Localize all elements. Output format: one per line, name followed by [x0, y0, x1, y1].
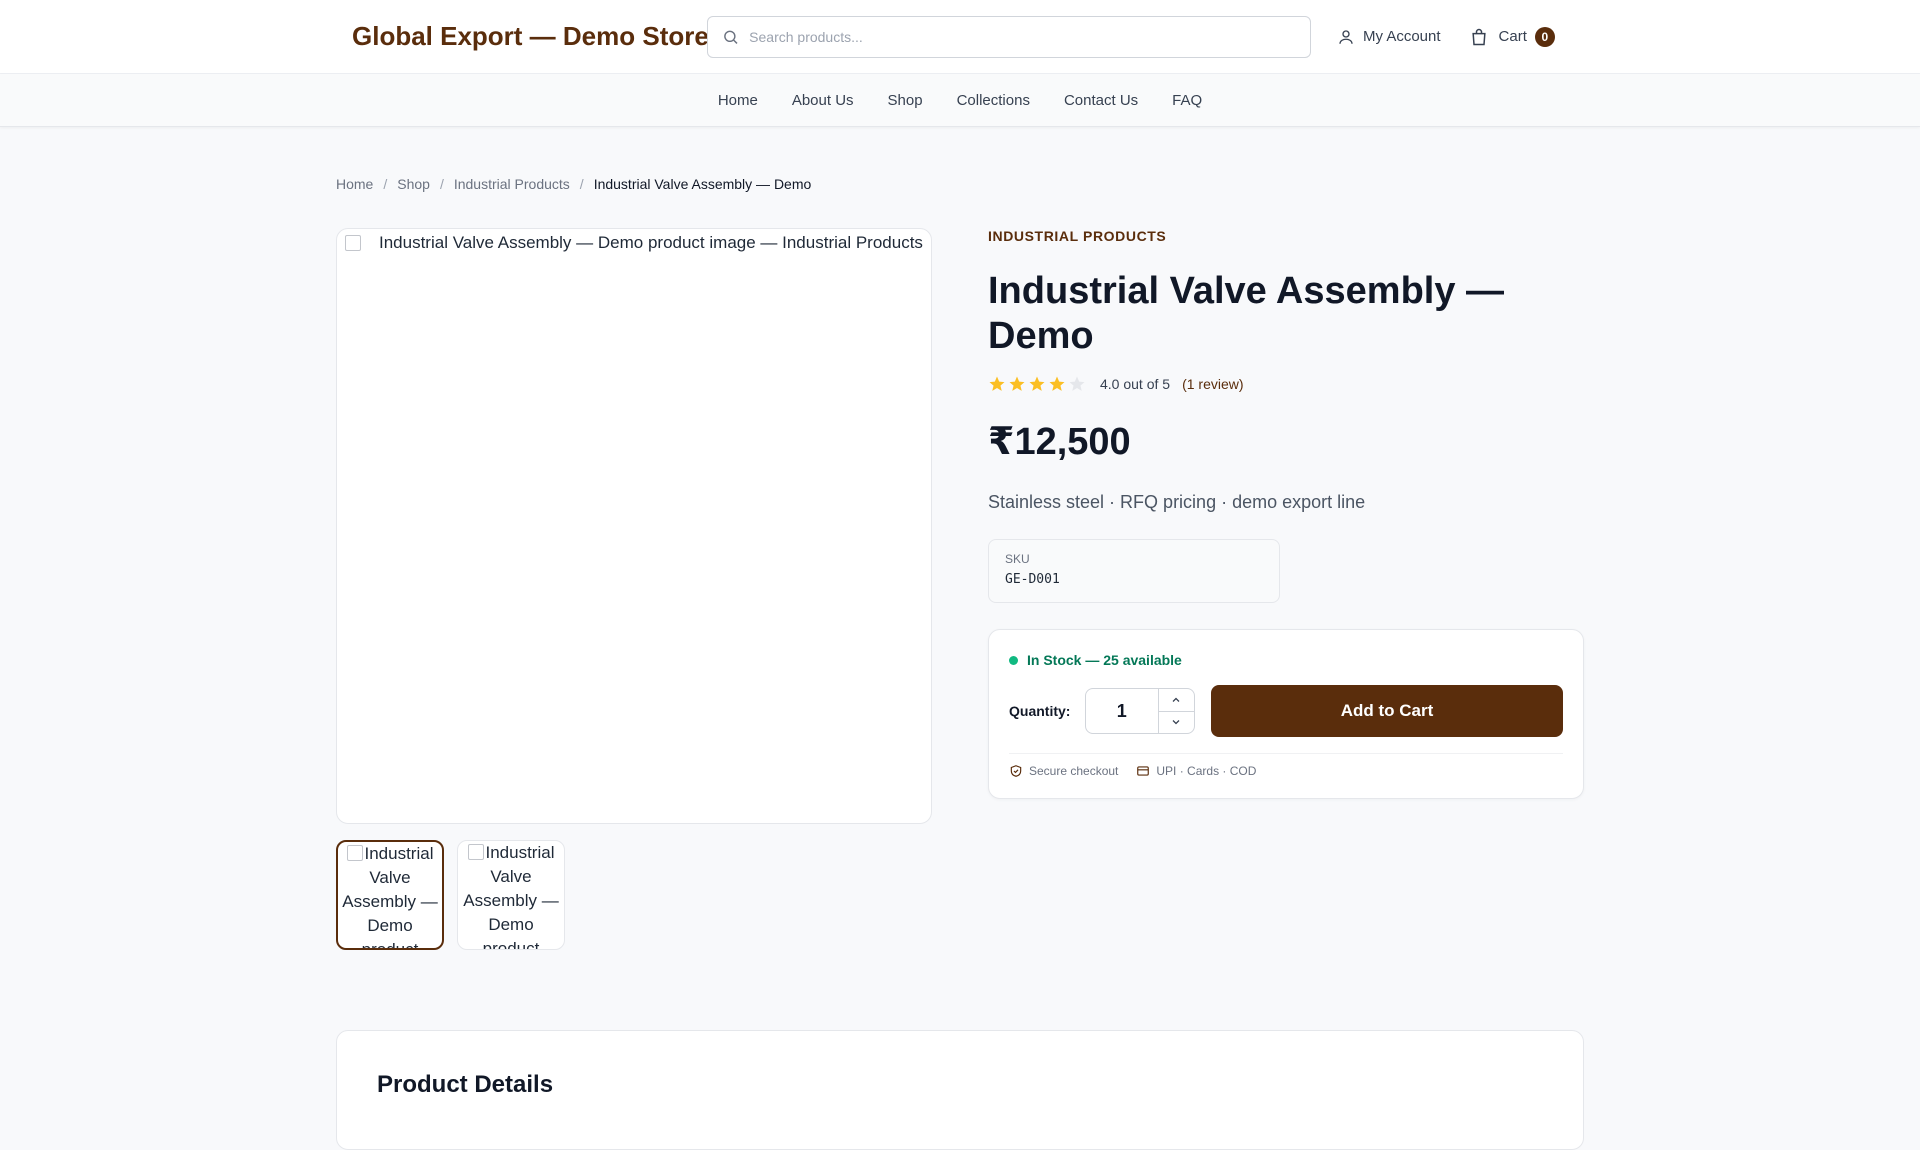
main-image-alt-text: Industrial Valve Assembly — Demo product… — [379, 233, 923, 252]
user-icon — [1339, 29, 1353, 44]
product-info: INDUSTRIAL PRODUCTS Industrial Valve Ass… — [988, 228, 1584, 799]
star-filled-icon — [1049, 376, 1065, 391]
quantity-label: Quantity: — [1009, 703, 1071, 719]
breadcrumb-current: Industrial Valve Assembly — Demo — [593, 176, 812, 192]
trust-badges: Secure checkout UPI · Cards · COD — [1009, 753, 1563, 778]
main-image-alt-wrapper: Industrial Valve Assembly — Demo product… — [345, 233, 923, 253]
rating-stars — [988, 375, 1086, 393]
product-price: ₹12,500 — [988, 421, 1131, 463]
nav-shop[interactable]: Shop — [888, 92, 923, 109]
star-filled-icon — [1029, 376, 1045, 391]
quantity-row: Quantity: 1 Add to Cart — [1009, 685, 1563, 737]
credit-card-icon — [1137, 766, 1150, 776]
broken-image-icon — [345, 235, 361, 251]
top-header: Global Export — Demo Store My Account Ca… — [0, 0, 1920, 74]
product-rating: 4.0 out of 5 (1 review) — [988, 375, 1584, 393]
rating-text: 4.0 out of 5 — [1100, 376, 1171, 392]
buy-box: In Stock — 25 available Quantity: 1 Add … — [988, 629, 1584, 799]
nav-contact-us[interactable]: Contact Us — [1064, 92, 1138, 109]
stock-status: In Stock — 25 available — [1009, 652, 1563, 668]
quantity-steps — [1157, 689, 1194, 734]
sku-box: SKU GE-D001 — [988, 539, 1280, 603]
star-filled-icon — [1009, 376, 1025, 391]
thumbnail-strip: Industrial Valve Assembly — Demo product… — [336, 840, 565, 950]
payment-methods-badge: UPI · Cards · COD — [1136, 764, 1256, 778]
product-tagline: Stainless steel · RFQ pricing · demo exp… — [988, 492, 1366, 512]
nav-about-us[interactable]: About Us — [792, 92, 854, 109]
quantity-stepper[interactable]: 1 — [1084, 688, 1195, 734]
payment-methods-text: UPI · Cards · COD — [1156, 764, 1257, 778]
breadcrumb-separator: / — [439, 176, 444, 192]
product-details-heading: Product Details — [377, 1071, 554, 1098]
product-category[interactable]: INDUSTRIAL PRODUCTS — [988, 228, 1584, 244]
breadcrumb-shop[interactable]: Shop — [397, 176, 430, 192]
thumbnail-1[interactable]: Industrial Valve Assembly — Demo product — [336, 840, 444, 950]
store-logo[interactable]: Global Export — Demo Store — [352, 21, 709, 52]
main-product-image[interactable]: Industrial Valve Assembly — Demo product… — [336, 228, 932, 824]
main-nav: Home About Us Shop Collections Contact U… — [0, 74, 1920, 127]
quantity-input[interactable]: 1 — [1086, 689, 1158, 733]
cart-count-badge: 0 — [1534, 26, 1555, 47]
sku-label: SKU — [1005, 552, 1030, 566]
search-input[interactable] — [749, 28, 1296, 45]
star-filled-icon — [989, 376, 1005, 391]
account-label: My Account — [1363, 28, 1441, 45]
review-count-link[interactable]: (1 review) — [1182, 376, 1243, 392]
shopping-bag-icon — [1471, 28, 1486, 45]
nav-faq[interactable]: FAQ — [1172, 92, 1202, 109]
sku-value: GE-D001 — [1005, 572, 1060, 587]
star-empty-icon — [1069, 376, 1085, 391]
broken-image-icon — [346, 845, 363, 861]
chevron-up-icon — [1173, 697, 1180, 702]
breadcrumb-separator: / — [383, 176, 388, 192]
quantity-increase-button[interactable] — [1158, 689, 1194, 712]
search-bar[interactable] — [707, 15, 1311, 58]
nav-home[interactable]: Home — [718, 92, 758, 109]
chevron-down-icon — [1173, 720, 1180, 725]
cart-link[interactable]: Cart 0 — [1469, 26, 1555, 47]
breadcrumb-separator: / — [579, 176, 584, 192]
broken-image-icon — [467, 844, 484, 860]
nav-collections[interactable]: Collections — [957, 92, 1030, 109]
breadcrumb-home[interactable]: Home — [336, 176, 373, 192]
secure-checkout-text: Secure checkout — [1029, 764, 1119, 778]
add-to-cart-button[interactable]: Add to Cart — [1210, 685, 1563, 737]
thumbnail-2[interactable]: Industrial Valve Assembly — Demo product — [457, 840, 565, 950]
search-icon — [724, 30, 738, 44]
my-account-link[interactable]: My Account — [1337, 28, 1441, 46]
quantity-decrease-button[interactable] — [1159, 712, 1194, 734]
stock-dot-icon — [1009, 655, 1018, 665]
breadcrumb-category[interactable]: Industrial Products — [454, 176, 570, 192]
shield-check-icon — [1010, 765, 1022, 777]
cart-label: Cart — [1498, 28, 1527, 45]
breadcrumb: Home / Shop / Industrial Products / Indu… — [336, 176, 811, 192]
product-title: Industrial Valve Assembly — Demo — [988, 270, 1505, 357]
secure-checkout-badge: Secure checkout — [1009, 764, 1118, 778]
product-details-card: Product Details — [336, 1030, 1584, 1150]
stock-text: In Stock — 25 available — [1027, 652, 1182, 668]
